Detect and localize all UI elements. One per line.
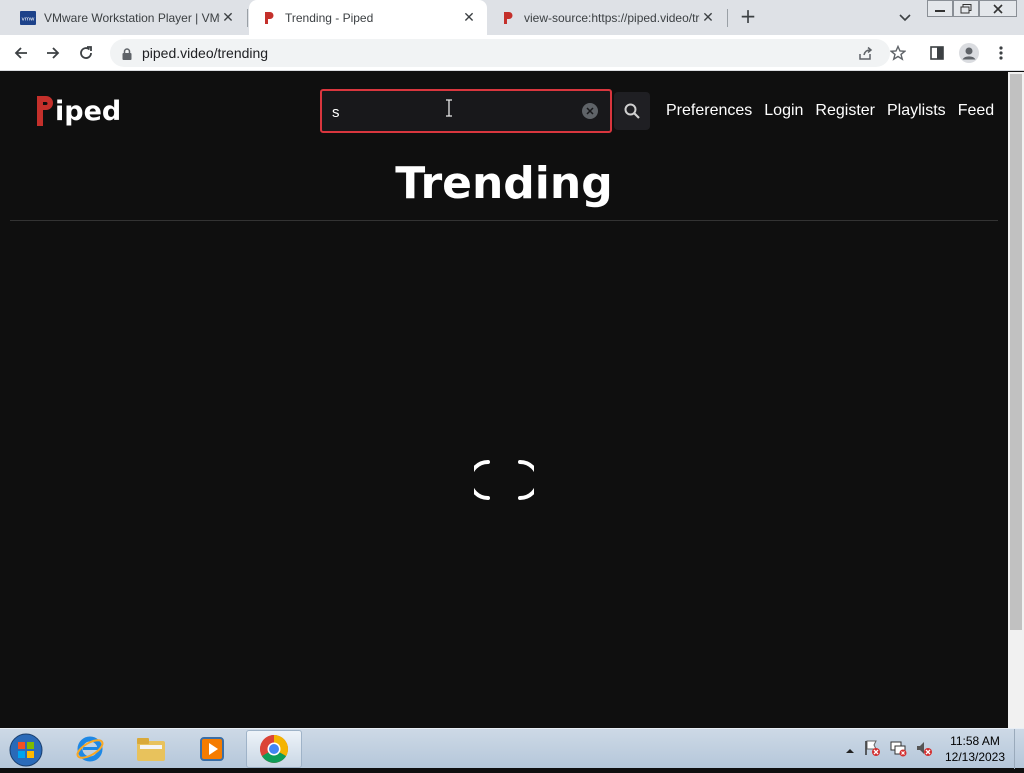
tab-title: Trending - Piped bbox=[285, 10, 374, 25]
action-center-flag-icon[interactable] bbox=[863, 739, 881, 761]
back-button[interactable] bbox=[10, 42, 32, 64]
reload-button[interactable] bbox=[75, 42, 97, 64]
media-player-icon[interactable] bbox=[184, 730, 240, 768]
file-explorer-icon[interactable] bbox=[123, 730, 179, 768]
tab-view-source[interactable]: view-source:https://piped.video/trending… bbox=[490, 0, 726, 35]
loading-spinner-icon bbox=[474, 460, 534, 500]
main-nav: Preferences Login Register Playlists Fee… bbox=[666, 102, 994, 120]
piped-logo[interactable]: iped bbox=[36, 94, 121, 128]
tab-vmware[interactable]: vmw VMware Workstation Player | VMware ✕ bbox=[12, 0, 246, 35]
close-tab-icon[interactable]: ✕ bbox=[700, 9, 716, 26]
piped-icon bbox=[500, 10, 516, 26]
tab-search-icon[interactable] bbox=[897, 9, 913, 25]
logo-text: iped bbox=[55, 96, 122, 127]
tab-title: view-source:https://piped.video/trending bbox=[524, 10, 700, 25]
address-bar[interactable]: piped.video/trending bbox=[110, 39, 890, 67]
new-tab-button[interactable]: + bbox=[737, 6, 759, 28]
side-panel-icon[interactable] bbox=[926, 42, 948, 64]
menu-kebab-icon[interactable] bbox=[990, 42, 1012, 64]
svg-text:vmw: vmw bbox=[21, 16, 35, 22]
network-icon[interactable] bbox=[889, 739, 907, 761]
chrome-taskbar-icon[interactable] bbox=[246, 730, 302, 768]
windows-taskbar: 11:58 AM 12/13/2023 bbox=[0, 728, 1024, 769]
browser-toolbar: piped.video/trending bbox=[0, 35, 1024, 71]
clock-time: 11:58 AM bbox=[950, 734, 1000, 748]
profile-avatar-icon[interactable] bbox=[958, 42, 980, 64]
nav-feed[interactable]: Feed bbox=[958, 102, 994, 120]
close-tab-icon[interactable]: ✕ bbox=[461, 9, 477, 26]
show-desktop-button[interactable] bbox=[1014, 729, 1024, 769]
lock-icon[interactable] bbox=[120, 46, 134, 60]
share-icon[interactable] bbox=[855, 42, 877, 64]
piped-logo-icon bbox=[37, 96, 53, 126]
text-cursor-icon bbox=[446, 99, 452, 117]
tab-separator bbox=[727, 9, 728, 27]
piped-icon bbox=[261, 10, 277, 26]
clock-date: 12/13/2023 bbox=[944, 750, 1006, 764]
tab-strip: vmw VMware Workstation Player | VMware ✕… bbox=[0, 0, 1024, 35]
tab-trending[interactable]: Trending - Piped ✕ bbox=[249, 0, 487, 35]
clear-search-button[interactable] bbox=[582, 103, 598, 119]
search-box[interactable] bbox=[320, 89, 612, 133]
internet-explorer-icon[interactable] bbox=[62, 730, 118, 768]
close-window-button[interactable] bbox=[979, 0, 1017, 17]
search-icon bbox=[624, 103, 640, 119]
taskbar-clock[interactable]: 11:58 AM 12/13/2023 bbox=[940, 733, 1010, 765]
restore-button[interactable] bbox=[953, 0, 979, 17]
page-content: iped Preferences Login Register Playlist… bbox=[0, 72, 1008, 728]
url-text[interactable]: piped.video/trending bbox=[142, 45, 268, 61]
nav-register[interactable]: Register bbox=[815, 102, 875, 120]
nav-playlists[interactable]: Playlists bbox=[887, 102, 946, 120]
tab-separator bbox=[247, 9, 248, 27]
vmware-icon: vmw bbox=[20, 10, 36, 26]
nav-login[interactable]: Login bbox=[764, 102, 803, 120]
forward-button[interactable] bbox=[42, 42, 64, 64]
system-tray bbox=[845, 739, 933, 761]
scrollbar-thumb[interactable] bbox=[1010, 74, 1022, 630]
minimize-button[interactable] bbox=[927, 0, 953, 17]
show-hidden-icons-icon[interactable] bbox=[845, 741, 855, 760]
start-button[interactable] bbox=[6, 731, 46, 769]
page-scrollbar[interactable] bbox=[1008, 72, 1024, 728]
volume-muted-icon[interactable] bbox=[915, 739, 933, 761]
search-button[interactable] bbox=[614, 92, 650, 130]
title-divider bbox=[10, 220, 998, 221]
close-tab-icon[interactable]: ✕ bbox=[220, 9, 236, 26]
page-title: Trending bbox=[395, 158, 613, 209]
tab-title: VMware Workstation Player | VMware bbox=[44, 10, 220, 25]
nav-preferences[interactable]: Preferences bbox=[666, 102, 752, 120]
bookmark-star-icon[interactable] bbox=[887, 42, 909, 64]
